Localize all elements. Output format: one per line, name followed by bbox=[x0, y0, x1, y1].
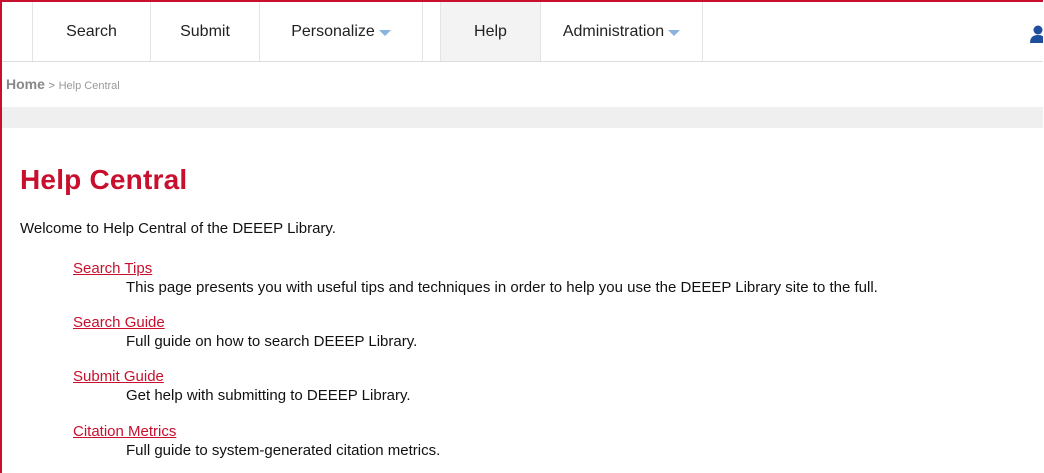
chevron-down-icon bbox=[378, 29, 391, 36]
breadcrumb-current: Help Central bbox=[58, 80, 120, 92]
search-guide-description: Full guide on how to search DEEEP Librar… bbox=[126, 333, 418, 350]
citation-metrics-description: Full guide to system-generated citation … bbox=[126, 442, 441, 459]
tab-submit[interactable]: Submit bbox=[151, 2, 260, 61]
breadcrumb-separator: > bbox=[48, 80, 55, 92]
submit-guide-description: Get help with submitting to DEEEP Librar… bbox=[126, 387, 411, 404]
intro-text: Welcome to Help Central of the DEEEP Lib… bbox=[20, 220, 336, 237]
nav-spacer bbox=[423, 2, 441, 61]
tab-administration-label: Administration bbox=[562, 22, 665, 40]
citation-metrics-link[interactable]: Citation Metrics bbox=[73, 423, 440, 441]
chevron-down-icon bbox=[668, 29, 681, 36]
page-frame: Search Submit Personalize Help Administr… bbox=[0, 0, 1043, 473]
breadcrumb-home-link[interactable]: Home bbox=[6, 76, 45, 92]
help-item-submit-guide: Submit Guide Get help with submitting to… bbox=[73, 368, 411, 405]
tab-search-label: Search bbox=[66, 22, 117, 40]
help-item-citation-metrics: Citation Metrics Full guide to system-ge… bbox=[73, 423, 440, 460]
submit-guide-link[interactable]: Submit Guide bbox=[73, 368, 411, 386]
help-item-search-guide: Search Guide Full guide on how to search… bbox=[73, 314, 417, 351]
search-tips-link[interactable]: Search Tips bbox=[73, 260, 878, 278]
tab-help[interactable]: Help bbox=[441, 2, 541, 61]
tab-help-label: Help bbox=[474, 22, 507, 40]
help-item-search-tips: Search Tips This page presents you with … bbox=[73, 260, 878, 297]
header-band bbox=[2, 107, 1043, 128]
tab-personalize[interactable]: Personalize bbox=[260, 2, 423, 61]
page-title: Help Central bbox=[20, 164, 188, 195]
top-nav: Search Submit Personalize Help Administr… bbox=[2, 2, 1043, 62]
tab-personalize-label: Personalize bbox=[291, 22, 375, 40]
tab-submit-label: Submit bbox=[180, 22, 230, 40]
tab-administration[interactable]: Administration bbox=[541, 2, 703, 61]
user-icon[interactable] bbox=[1029, 25, 1043, 43]
tab-search[interactable]: Search bbox=[33, 2, 151, 61]
breadcrumb: Home > Help Central bbox=[6, 76, 120, 92]
search-tips-description: This page presents you with useful tips … bbox=[126, 279, 878, 296]
search-guide-link[interactable]: Search Guide bbox=[73, 314, 417, 332]
